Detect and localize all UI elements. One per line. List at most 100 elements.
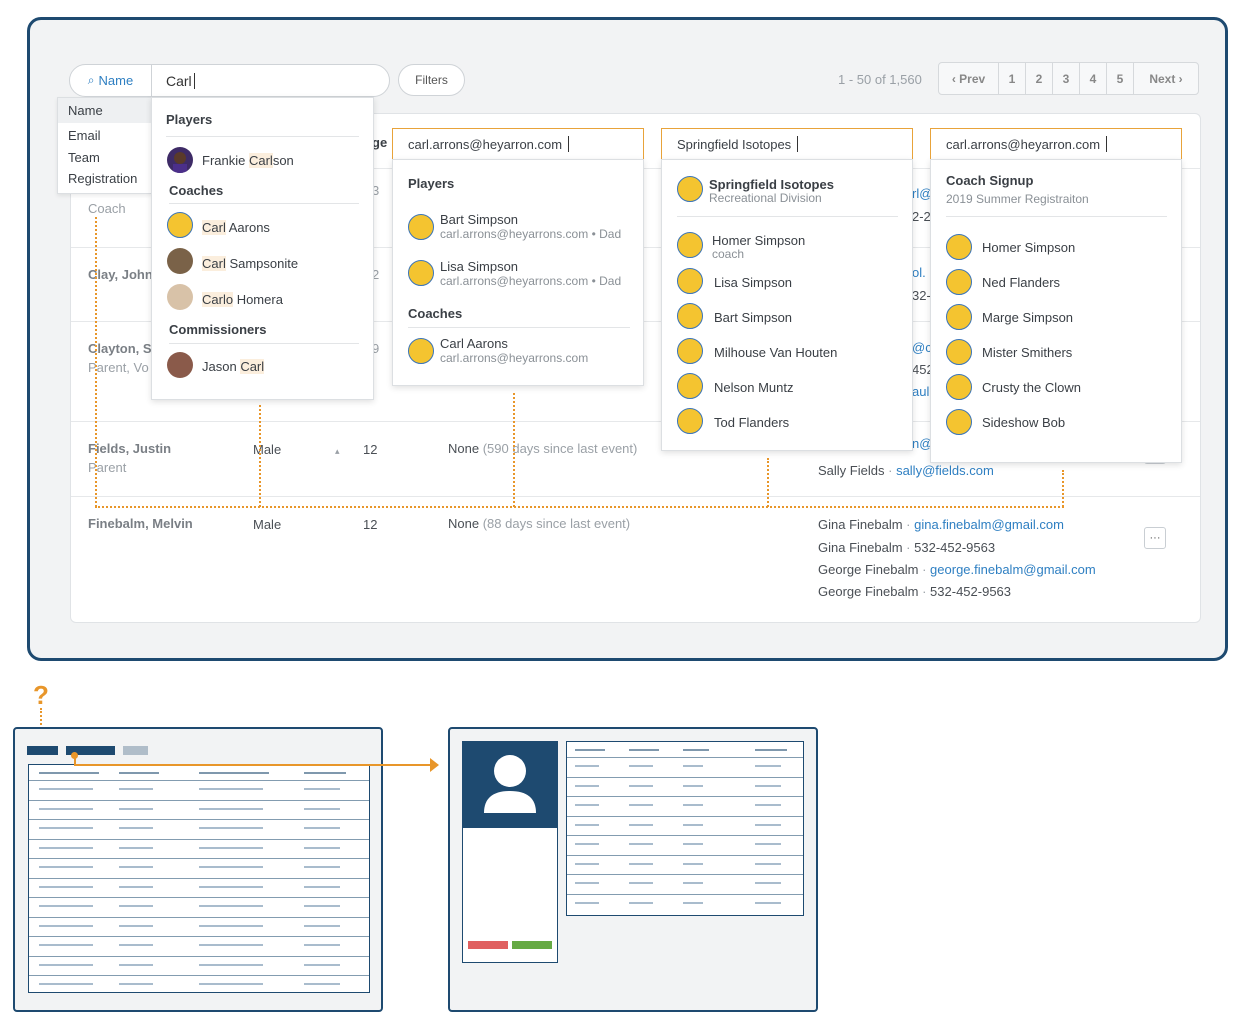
profile-icon bbox=[462, 741, 558, 828]
email-search-input[interactable]: carl.arrons@heyarron.com bbox=[392, 128, 644, 160]
registration-name[interactable]: Coach Signup bbox=[946, 173, 1033, 188]
players-heading: Players bbox=[166, 112, 213, 127]
registrant-name[interactable]: Ned Flanders bbox=[982, 275, 1060, 290]
avatar bbox=[677, 268, 703, 294]
avatar bbox=[677, 408, 703, 434]
search-bar: ⌕ Name Carl bbox=[69, 64, 390, 97]
avatar bbox=[408, 260, 434, 286]
avatar bbox=[946, 374, 972, 400]
team-name[interactable]: Springfield Isotopes bbox=[709, 177, 834, 192]
type-option-name[interactable]: Name bbox=[68, 103, 103, 118]
contact-line: Gina Finebalm · 532-452-9563 bbox=[818, 540, 996, 555]
next-button[interactable]: Next › bbox=[1134, 63, 1198, 94]
result-player-sub: carl.arrons@heyarrons.com • Dad bbox=[440, 227, 622, 241]
team-member-name[interactable]: Homer Simpson bbox=[712, 233, 805, 248]
avatar bbox=[677, 373, 703, 399]
team-member-name[interactable]: Lisa Simpson bbox=[714, 275, 792, 290]
table-row-age: 12 bbox=[363, 442, 378, 457]
type-option-team[interactable]: Team bbox=[68, 150, 100, 165]
result-coach[interactable]: Carlo Homera bbox=[202, 292, 283, 307]
avatar bbox=[167, 352, 193, 378]
registrant-name[interactable]: Sideshow Bob bbox=[982, 415, 1065, 430]
table-row-gender: Male bbox=[253, 517, 282, 532]
contact-line: George Finebalm · 532-452-9563 bbox=[818, 584, 1012, 599]
search-icon: ⌕ bbox=[87, 73, 95, 87]
team-member-name[interactable]: Milhouse Van Houten bbox=[714, 345, 837, 360]
table-row-event: None (88 days since last event) bbox=[448, 516, 631, 531]
connector-line bbox=[95, 506, 1064, 508]
avatar bbox=[167, 248, 193, 274]
search-type-label: Name bbox=[98, 73, 134, 88]
result-coach-sub: carl.arrons@heyarrons.com bbox=[440, 351, 589, 365]
contact-fragment: aul bbox=[912, 384, 930, 399]
avatar bbox=[946, 269, 972, 295]
result-coach-name[interactable]: Carl Aarons bbox=[440, 336, 508, 351]
type-option-email[interactable]: Email bbox=[68, 128, 101, 143]
avatar bbox=[408, 338, 434, 364]
registrant-name[interactable]: Crusty the Clown bbox=[982, 380, 1081, 395]
table-row-role: Parent, Vo bbox=[88, 360, 149, 375]
search-type-menu: Name Email Team Registration bbox=[57, 97, 152, 194]
commissioners-heading: Commissioners bbox=[169, 322, 267, 337]
table-header-age: ge bbox=[372, 135, 388, 150]
page-1[interactable]: 1 bbox=[999, 63, 1026, 94]
table-row-name[interactable]: Clay, John bbox=[88, 267, 153, 282]
table-row-event: None (590 days since last event) bbox=[448, 441, 638, 456]
page-5[interactable]: 5 bbox=[1107, 63, 1134, 94]
row-more-button[interactable]: ··· bbox=[1144, 527, 1166, 549]
pagination: ‹ Prev 1 2 3 4 5 Next › bbox=[938, 62, 1199, 95]
players-heading: Players bbox=[408, 176, 455, 191]
result-player[interactable]: Frankie Carlson bbox=[202, 153, 294, 168]
registrant-name[interactable]: Mister Smithers bbox=[982, 345, 1072, 360]
avatar bbox=[167, 284, 193, 310]
result-coach[interactable]: Carl Aarons bbox=[202, 220, 270, 235]
table-row-name[interactable]: Finebalm, Melvin bbox=[88, 516, 193, 531]
contact-fragment: ol. bbox=[912, 265, 926, 280]
registration-results-dropdown: Coach Signup 2019 Summer Registraiton Ho… bbox=[930, 159, 1182, 463]
team-member-name[interactable]: Bart Simpson bbox=[714, 310, 792, 325]
result-player-name[interactable]: Lisa Simpson bbox=[440, 259, 518, 274]
team-search-input[interactable]: Springfield Isotopes bbox=[661, 128, 913, 160]
avatar bbox=[946, 409, 972, 435]
arrow-right-icon bbox=[430, 758, 439, 772]
team-member-name[interactable]: Nelson Muntz bbox=[714, 380, 793, 395]
coaches-heading: Coaches bbox=[169, 183, 224, 198]
avatar bbox=[946, 304, 972, 330]
registrant-name[interactable]: Homer Simpson bbox=[982, 240, 1075, 255]
team-member-name[interactable]: Tod Flanders bbox=[714, 415, 789, 430]
type-option-registration[interactable]: Registration bbox=[68, 171, 137, 186]
table-row-name[interactable]: Fields, Justin bbox=[88, 441, 171, 456]
avatar bbox=[677, 303, 703, 329]
result-player-name[interactable]: Bart Simpson bbox=[440, 212, 518, 227]
result-range: 1 - 50 of 1,560 bbox=[838, 72, 922, 87]
chevron-left-icon: ‹ bbox=[951, 71, 960, 86]
filters-button[interactable]: Filters bbox=[398, 64, 465, 96]
avatar bbox=[677, 232, 703, 258]
page-2[interactable]: 2 bbox=[1026, 63, 1053, 94]
result-commissioner[interactable]: Jason Carl bbox=[202, 359, 265, 374]
sort-icon: ▴ bbox=[335, 446, 340, 456]
registration-season: 2019 Summer Registraiton bbox=[946, 192, 1089, 206]
table-row-age: 12 bbox=[363, 517, 378, 532]
connector-line bbox=[95, 217, 97, 507]
table-row-gender: Male bbox=[253, 442, 282, 457]
table-row-name[interactable]: Clayton, S bbox=[88, 341, 152, 356]
contact-line: Sally Fields · sally@fields.com bbox=[818, 463, 994, 478]
avatar bbox=[408, 214, 434, 240]
search-input[interactable]: Carl bbox=[166, 73, 195, 89]
connector-line bbox=[1062, 470, 1064, 507]
wireframe-detail bbox=[448, 727, 818, 1012]
page-3[interactable]: 3 bbox=[1053, 63, 1080, 94]
registrant-name[interactable]: Marge Simpson bbox=[982, 310, 1073, 325]
avatar bbox=[677, 176, 703, 202]
avatar bbox=[946, 339, 972, 365]
connector-line bbox=[259, 405, 261, 507]
page-4[interactable]: 4 bbox=[1080, 63, 1107, 94]
result-coach[interactable]: Carl Sampsonite bbox=[202, 256, 298, 271]
prev-button[interactable]: ‹ Prev bbox=[939, 63, 999, 94]
name-results-dropdown: Players Frankie Carlson Coaches Carl Aar… bbox=[151, 97, 374, 400]
search-type-button[interactable]: ⌕ Name bbox=[70, 65, 152, 96]
avatar bbox=[677, 338, 703, 364]
team-member-role: coach bbox=[712, 247, 745, 261]
registration-search-input[interactable]: carl.arrons@heyarron.com bbox=[930, 128, 1182, 160]
